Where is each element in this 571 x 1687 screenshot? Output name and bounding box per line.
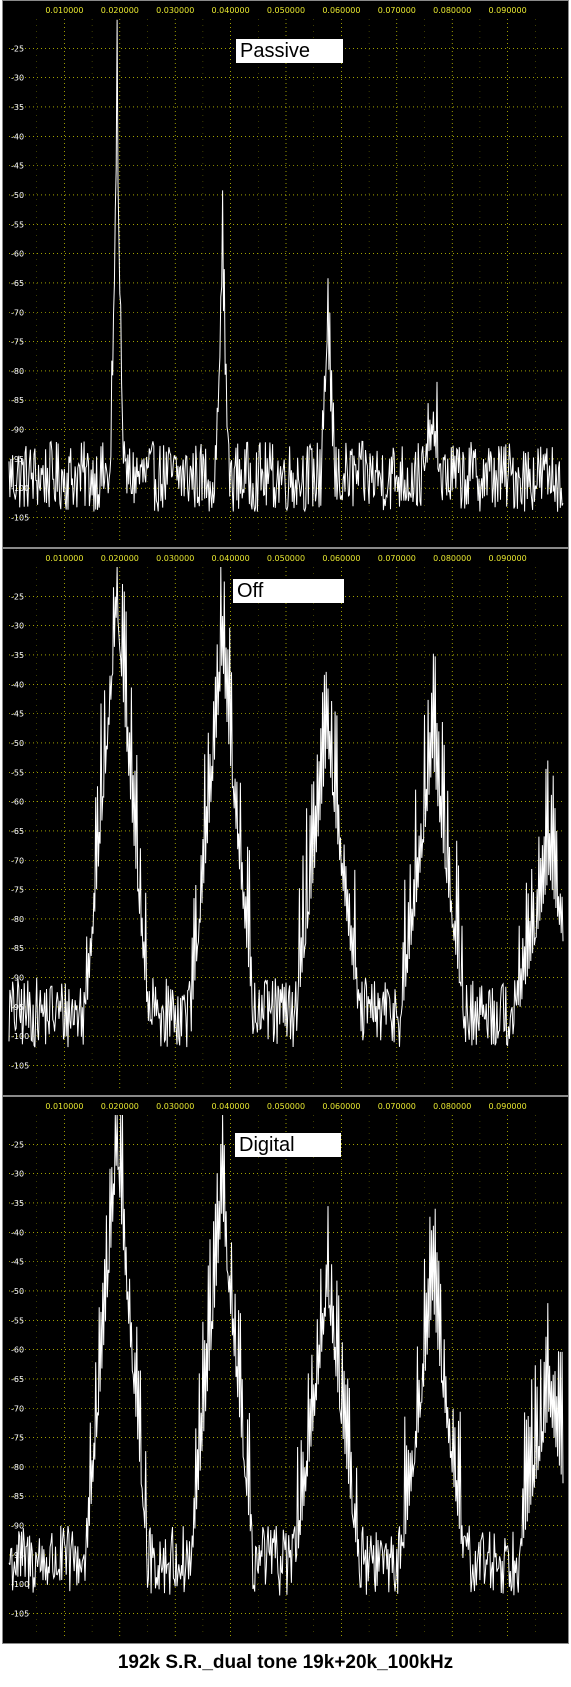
x-tick-label: 0.070000 [378, 1102, 416, 1111]
y-tick-label: -35 [11, 651, 24, 660]
y-tick-label: -30 [11, 74, 24, 83]
x-tick-label: 0.030000 [156, 1102, 194, 1111]
y-tick-label: -70 [11, 1404, 24, 1413]
y-tick-label: -70 [11, 308, 24, 317]
spectrum-panel-digital: 0.010000 0.020000 0.030000 0.040000 0.050000… [2, 1096, 569, 1644]
x-tick-label: 0.060000 [322, 554, 360, 563]
y-tick-label: -105 [11, 1062, 29, 1071]
y-tick-label: -40 [11, 132, 24, 141]
y-tick-label: -85 [11, 944, 24, 953]
x-tick-label: 0.010000 [45, 554, 83, 563]
y-tick-label: -45 [11, 162, 24, 171]
x-tick-label: 0.070000 [378, 554, 416, 563]
x-tick-label: 0.030000 [156, 6, 194, 15]
spectrum-panel-off: 0.010000 0.020000 0.030000 0.040000 0.050000… [2, 548, 569, 1096]
y-tick-label: -75 [11, 1434, 24, 1443]
x-tick-label: 0.030000 [156, 554, 194, 563]
y-tick-label: -25 [11, 1140, 24, 1149]
y-tick-label: -60 [11, 798, 24, 807]
y-tick-label: -90 [11, 426, 24, 435]
y-tick-label: -55 [11, 220, 24, 229]
x-tick-label: 0.080000 [433, 6, 471, 15]
y-tick-label: -65 [11, 827, 24, 836]
y-tick-label: -60 [11, 1346, 24, 1355]
x-tick-label: 0.020000 [101, 6, 139, 15]
y-tick-label: -40 [11, 1228, 24, 1237]
y-tick-label: -25 [11, 592, 24, 601]
y-tick-label: -100 [11, 1580, 29, 1589]
x-tick-label: 0.090000 [489, 6, 527, 15]
x-tick-label: 0.090000 [489, 554, 527, 563]
y-tick-label: -65 [11, 1375, 24, 1384]
y-tick-label: -60 [11, 250, 24, 259]
y-tick-label: -45 [11, 710, 24, 719]
x-tick-label: 0.010000 [45, 1102, 83, 1111]
y-tick-label: -80 [11, 1463, 24, 1472]
x-tick-label: 0.050000 [267, 554, 305, 563]
spectrum-panel-passive: 0.010000 0.020000 0.030000 0.040000 0.050000… [2, 0, 569, 548]
y-tick-label: -50 [11, 191, 24, 200]
x-tick-label: 0.050000 [267, 6, 305, 15]
x-tick-label: 0.020000 [101, 554, 139, 563]
x-tick-label: 0.040000 [212, 1102, 250, 1111]
y-tick-label: -100 [11, 1032, 29, 1041]
y-tick-label: -70 [11, 856, 24, 865]
y-tick-label: -80 [11, 367, 24, 376]
x-tick-label: 0.040000 [212, 554, 250, 563]
x-tick-label: 0.020000 [101, 1102, 139, 1111]
y-tick-label: -75 [11, 338, 24, 347]
y-tick-label: -105 [11, 1610, 29, 1619]
spectrum-plot: 0.010000 0.020000 0.030000 0.040000 0.050000… [8, 1102, 564, 1637]
y-tick-label: -75 [11, 886, 24, 895]
y-tick-label: -50 [11, 1287, 24, 1296]
x-tick-label: 0.080000 [433, 554, 471, 563]
y-tick-label: -35 [11, 103, 24, 112]
y-tick-label: -25 [11, 44, 24, 53]
panel-title: Passive [236, 39, 343, 63]
y-tick-label: -65 [11, 279, 24, 288]
x-tick-label: 0.060000 [322, 6, 360, 15]
y-tick-label: -85 [11, 1492, 24, 1501]
figure-caption: 192k S.R._dual tone 19k+20k_100kHz [117, 1652, 454, 1673]
y-tick-label: -105 [11, 514, 29, 523]
y-tick-label: -80 [11, 915, 24, 924]
y-tick-label: -50 [11, 739, 24, 748]
spectrum-plot: 0.010000 0.020000 0.030000 0.040000 0.050000… [8, 6, 564, 541]
x-tick-label: 0.070000 [378, 6, 416, 15]
y-tick-label: -35 [11, 1199, 24, 1208]
x-tick-label: 0.050000 [267, 1102, 305, 1111]
x-tick-label: 0.080000 [433, 1102, 471, 1111]
y-tick-label: -55 [11, 768, 24, 777]
x-tick-label: 0.060000 [322, 1102, 360, 1111]
y-tick-label: -90 [11, 1522, 24, 1531]
x-tick-label: 0.040000 [212, 6, 250, 15]
panel-title: Off [233, 579, 344, 603]
y-tick-label: -30 [11, 622, 24, 631]
y-tick-label: -40 [11, 680, 24, 689]
panel-title: Digital [235, 1133, 341, 1157]
y-tick-label: -30 [11, 1170, 24, 1179]
spectrum-plot: 0.010000 0.020000 0.030000 0.040000 0.050000… [8, 554, 564, 1089]
y-tick-label: -45 [11, 1258, 24, 1267]
y-tick-label: -85 [11, 396, 24, 405]
x-tick-label: 0.010000 [45, 6, 83, 15]
y-tick-label: -55 [11, 1316, 24, 1325]
x-tick-label: 0.090000 [489, 1102, 527, 1111]
